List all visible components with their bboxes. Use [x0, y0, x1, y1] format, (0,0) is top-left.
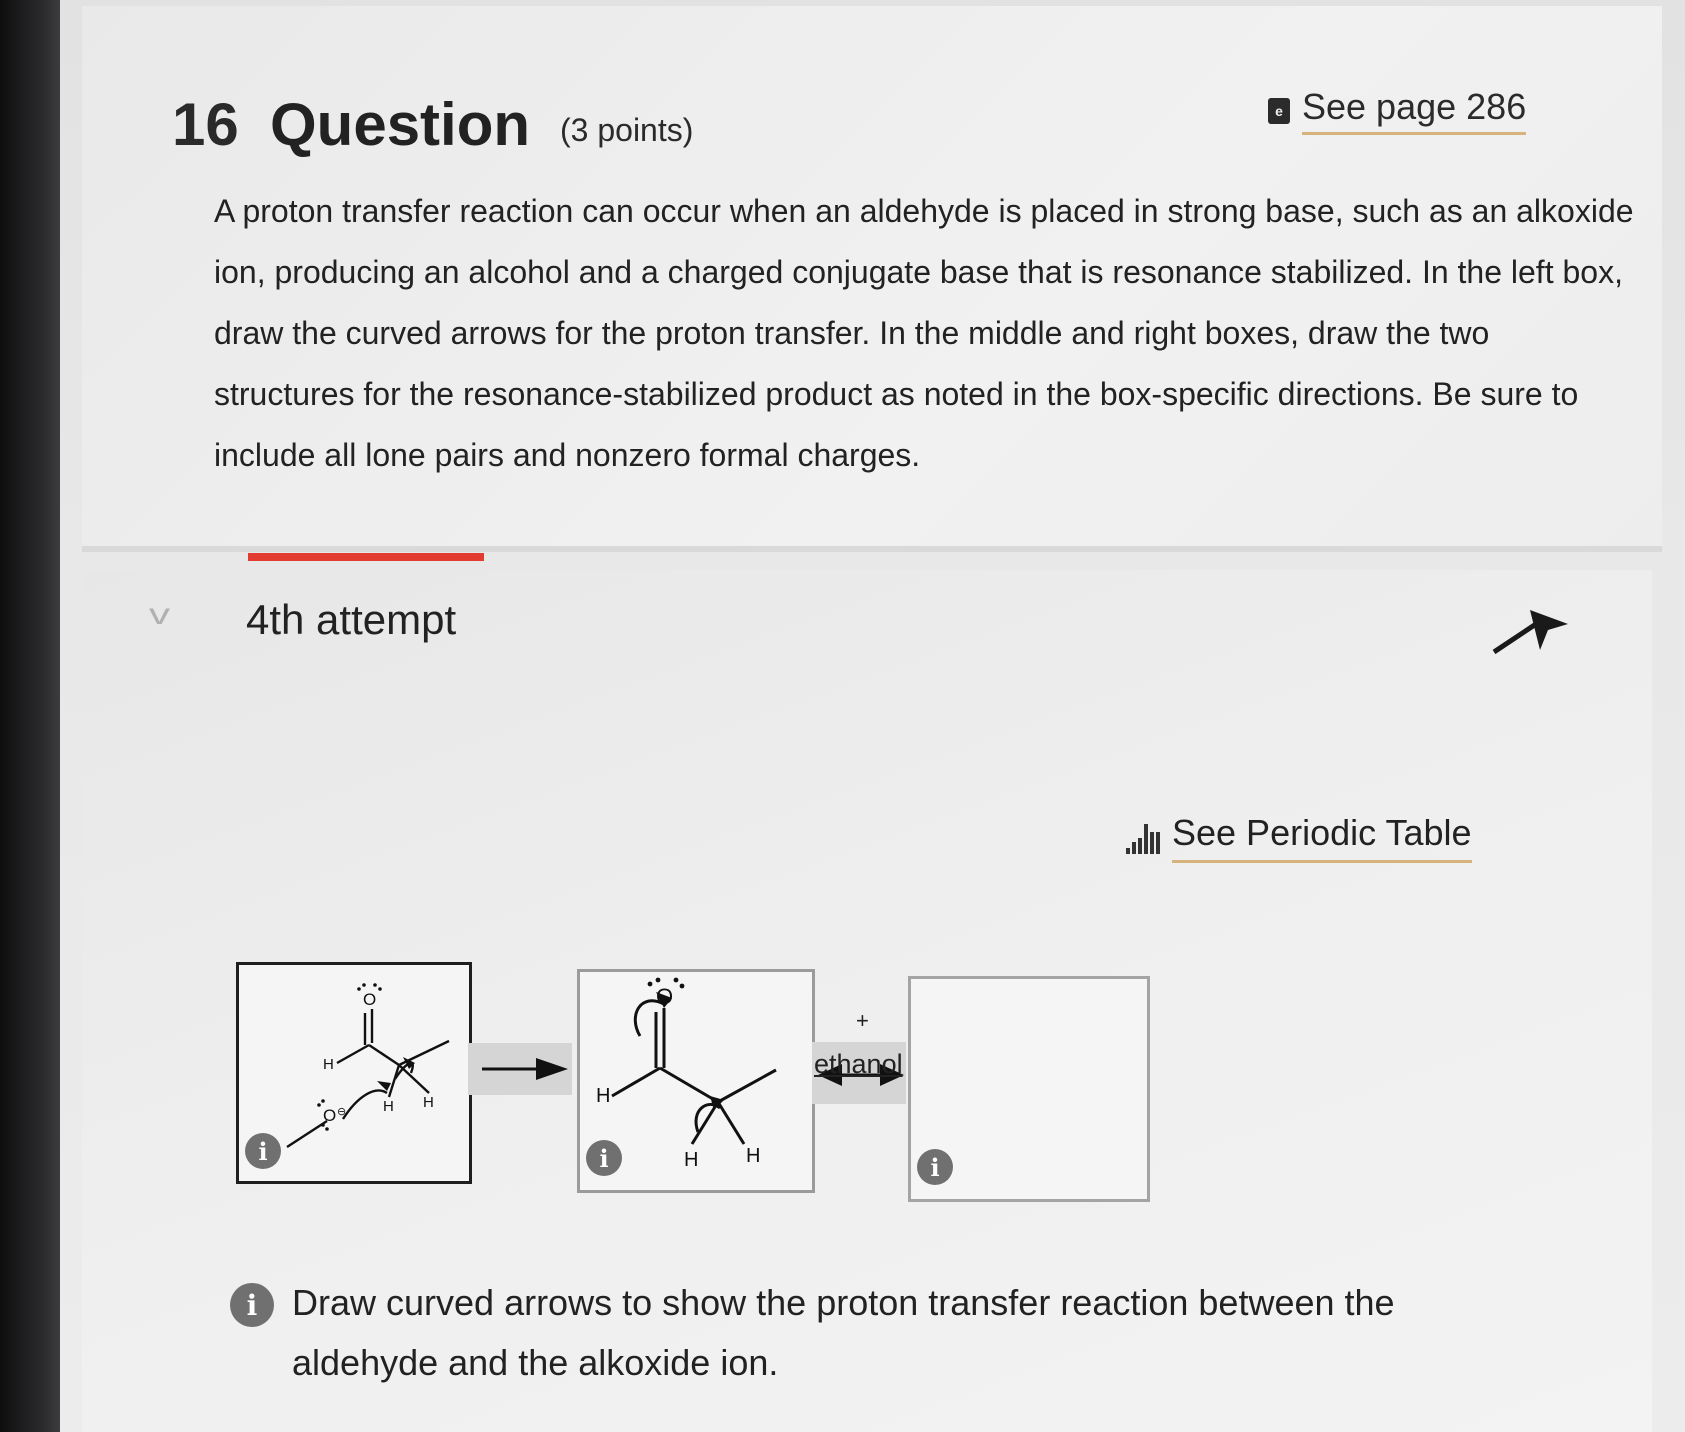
- screen: 16 Question (3 points) e See page 286 A …: [60, 0, 1685, 1432]
- left-h-aldehyde: H: [323, 1056, 334, 1073]
- left-h-alpha: H: [383, 1098, 394, 1115]
- drawing-box-resonance-1[interactable]: O H H H i: [577, 969, 815, 1193]
- question-label: Question: [270, 91, 531, 158]
- mid-h-alpha-1: H: [684, 1149, 698, 1171]
- question-prompt: A proton transfer reaction can occur whe…: [214, 193, 1634, 473]
- mid-h-aldehyde: H: [596, 1085, 610, 1107]
- bookmark-flag-icon[interactable]: [1490, 606, 1570, 660]
- left-negative-charge: ⊖: [337, 1105, 346, 1118]
- drawing-box-resonance-2[interactable]: i: [908, 976, 1150, 1202]
- left-alkoxide-oxygen: O: [323, 1106, 336, 1125]
- drawing-box-proton-transfer[interactable]: O H H H O ⊖ i: [236, 962, 472, 1184]
- info-icon[interactable]: i: [917, 1149, 953, 1185]
- see-page-link[interactable]: e See page 286: [1268, 86, 1527, 135]
- hint: i Draw curved arrows to show the proton …: [230, 1282, 1472, 1393]
- question-points: (3 points): [560, 112, 694, 148]
- periodic-table-icon: [1126, 823, 1160, 854]
- info-icon[interactable]: i: [245, 1133, 281, 1169]
- periodic-table-link[interactable]: See Periodic Table: [1124, 812, 1472, 863]
- left-h-methyl: H: [423, 1094, 434, 1111]
- chevron-down-icon[interactable]: v: [149, 598, 170, 632]
- ebook-icon: e: [1268, 97, 1290, 124]
- question-card: 16 Question (3 points) e See page 286 A …: [82, 6, 1662, 552]
- left-oxygen-label: O: [363, 990, 376, 1009]
- periodic-table-label: See Periodic Table: [1172, 812, 1472, 863]
- hint-text: Draw curved arrows to show the proton tr…: [292, 1282, 1395, 1383]
- mid-h-alpha-2: H: [746, 1145, 760, 1167]
- mid-oxygen-label: O: [656, 984, 673, 1009]
- see-page-label: See page 286: [1302, 86, 1527, 135]
- reaction-arrow-icon: [482, 1058, 568, 1080]
- info-icon[interactable]: i: [586, 1140, 622, 1176]
- ethanol-label: ethanol: [814, 1049, 903, 1079]
- question-number: 16: [172, 91, 239, 158]
- info-icon: i: [230, 1283, 274, 1327]
- plus-sign: +: [856, 1008, 869, 1033]
- attempt-tab-indicator: [248, 553, 484, 561]
- device-bezel: [0, 0, 60, 1432]
- attempt-title: 4th attempt: [246, 596, 457, 643]
